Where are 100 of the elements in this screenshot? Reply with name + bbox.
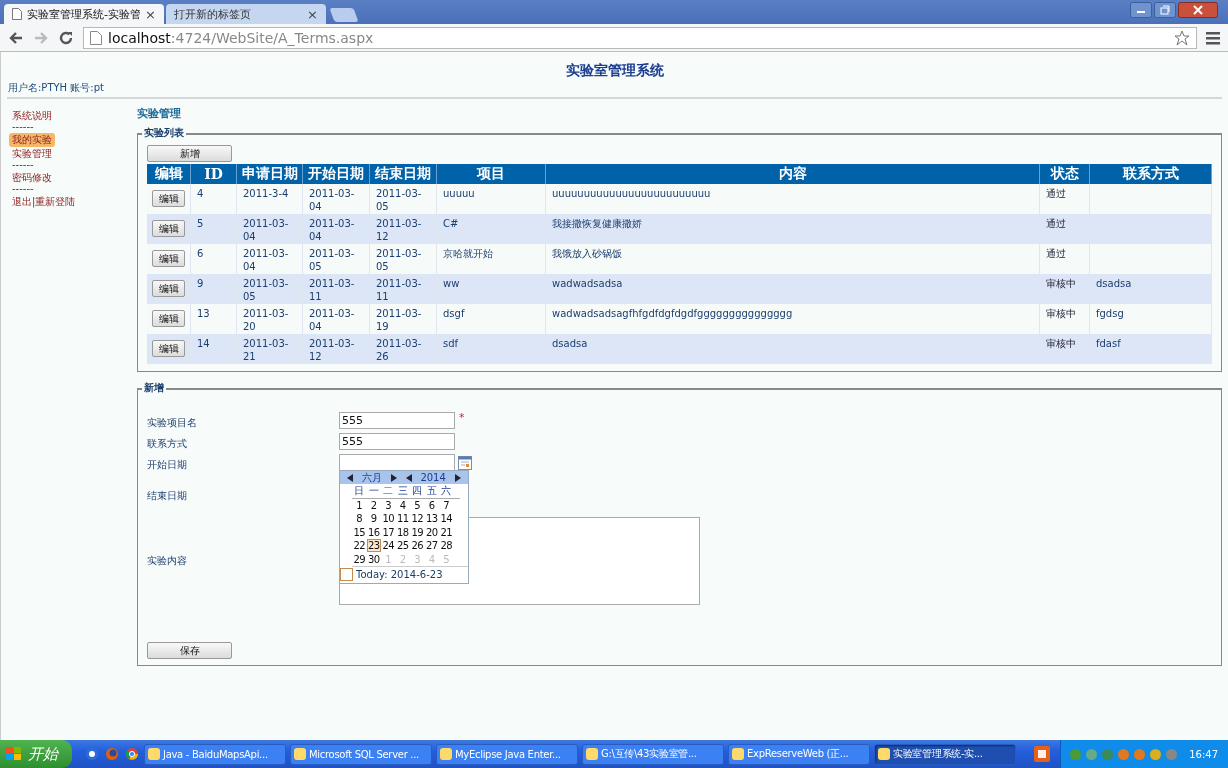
menu-icon[interactable] bbox=[1206, 30, 1220, 45]
table-cell: 审核中 bbox=[1046, 338, 1076, 349]
table-cell: 2011-03-12 bbox=[376, 218, 422, 242]
edit-button[interactable]: 编辑 bbox=[152, 340, 185, 357]
calendar-day[interactable]: 17 bbox=[381, 526, 396, 538]
table-cell: 13 bbox=[197, 308, 210, 319]
weekday-label: 四 bbox=[411, 483, 424, 498]
sidebar-item[interactable]: 我的实验 bbox=[9, 133, 55, 147]
close-icon[interactable] bbox=[1178, 2, 1218, 18]
minimize-icon[interactable] bbox=[1130, 2, 1152, 18]
browser-icon[interactable] bbox=[85, 747, 99, 761]
calendar-day[interactable]: 22 bbox=[352, 540, 367, 552]
sidebar-item[interactable]: 退出|重新登陆 bbox=[9, 195, 79, 209]
browser-icon[interactable] bbox=[125, 747, 139, 761]
calendar-day[interactable]: 8 bbox=[352, 513, 367, 525]
field-label: 实验内容 bbox=[147, 554, 188, 568]
calendar-day[interactable]: 7 bbox=[439, 499, 454, 511]
table-cell: 4 bbox=[197, 188, 204, 199]
close-tab-button[interactable]: × bbox=[145, 6, 156, 22]
table-cell: 2011-03-11 bbox=[376, 278, 422, 302]
section-heading: 实验管理 bbox=[137, 107, 181, 121]
month-label[interactable]: 六月 bbox=[362, 470, 383, 485]
calendar-day[interactable]: 30 bbox=[366, 553, 381, 565]
calendar-day[interactable]: 13 bbox=[424, 513, 439, 525]
table-cell: 2011-03-05 bbox=[376, 188, 422, 212]
calendar-day[interactable]: 25 bbox=[395, 540, 410, 552]
sidebar-item[interactable]: 系统说明 bbox=[9, 109, 55, 123]
calendar-day[interactable]: 11 bbox=[395, 513, 410, 525]
taskbar-button[interactable]: ExpReserveWeb (正... bbox=[728, 743, 870, 765]
calendar-day[interactable]: 5 bbox=[410, 499, 425, 511]
today-link[interactable]: Today: 2014-6-23 bbox=[356, 569, 443, 580]
previous-month-icon[interactable] bbox=[347, 473, 354, 482]
calendar-day[interactable]: 14 bbox=[439, 513, 454, 525]
table-cell: dsgf bbox=[443, 308, 465, 319]
calendar-day[interactable]: 16 bbox=[366, 526, 381, 538]
weekday-label: 三 bbox=[396, 483, 409, 498]
table-cell: fgdsg bbox=[1096, 308, 1124, 319]
table-cell: C# bbox=[443, 218, 459, 229]
sidebar-item[interactable]: 实验管理 bbox=[9, 147, 55, 161]
taskbar-button[interactable]: Microsoft SQL Server ... bbox=[290, 743, 432, 765]
table-cell: 2011-03-11 bbox=[309, 278, 355, 302]
address-field[interactable]: localhost:4724/WebSite/A_Terms.aspx bbox=[83, 26, 1197, 49]
input-method-icon[interactable] bbox=[1034, 746, 1051, 762]
restore-icon[interactable] bbox=[1154, 2, 1176, 18]
taskbar-button[interactable]: 实验室管理系统-实... bbox=[874, 743, 1016, 765]
next-year-icon[interactable] bbox=[454, 473, 461, 482]
year-label[interactable]: 2014 bbox=[420, 472, 446, 483]
close-tab-button[interactable]: × bbox=[307, 6, 318, 22]
calendar-day[interactable]: 23 bbox=[366, 539, 381, 553]
table-cell: 2011-03-04 bbox=[309, 308, 355, 332]
calendar-day[interactable]: 26 bbox=[410, 540, 425, 552]
table-cell: 京哈就开始 bbox=[443, 248, 493, 259]
calendar-day[interactable]: 20 bbox=[424, 526, 439, 538]
back-icon[interactable] bbox=[8, 29, 24, 46]
edit-button[interactable]: 编辑 bbox=[152, 310, 185, 327]
edit-button[interactable]: 编辑 bbox=[152, 280, 185, 297]
reload-icon[interactable] bbox=[58, 29, 74, 46]
calendar-day[interactable]: 4 bbox=[395, 499, 410, 511]
calendar-day[interactable]: 21 bbox=[439, 526, 454, 538]
calendar-day[interactable]: 1 bbox=[352, 499, 367, 511]
taskbar-button[interactable]: G:\互传\43实验室管... bbox=[582, 743, 724, 765]
edit-button[interactable]: 编辑 bbox=[152, 250, 185, 267]
column-header: ID bbox=[190, 164, 237, 184]
browser-tab[interactable]: 打开新的标签页 × bbox=[166, 4, 326, 24]
save-button[interactable]: 保存 bbox=[147, 642, 232, 659]
previous-year-icon[interactable] bbox=[405, 473, 412, 482]
column-header: 状态 bbox=[1039, 164, 1090, 184]
calendar-day[interactable]: 3 bbox=[381, 499, 396, 511]
calendar-day[interactable]: 6 bbox=[424, 499, 439, 511]
calendar-day[interactable]: 27 bbox=[424, 540, 439, 552]
calendar-day[interactable]: 29 bbox=[352, 553, 367, 565]
table-cell: 2011-03-26 bbox=[376, 338, 422, 362]
new-tab-button[interactable] bbox=[329, 8, 359, 22]
table-cell: 6 bbox=[197, 248, 204, 259]
edit-button[interactable]: 编辑 bbox=[152, 190, 185, 207]
star-icon[interactable] bbox=[1174, 29, 1190, 46]
page-title: 实验室管理系统 bbox=[564, 61, 665, 80]
calendar-day[interactable]: 24 bbox=[381, 540, 396, 552]
sidebar-item[interactable]: 密码修改 bbox=[9, 171, 55, 185]
calendar-day[interactable]: 19 bbox=[410, 526, 425, 538]
column-header: 项目 bbox=[436, 164, 546, 184]
add-button[interactable]: 新增 bbox=[147, 145, 232, 162]
field-label: 实验项目名 bbox=[147, 416, 198, 430]
calendar-day[interactable]: 12 bbox=[410, 513, 425, 525]
table-cell: uuuuu bbox=[443, 188, 475, 199]
calendar-day[interactable]: 10 bbox=[381, 513, 396, 525]
browser-tab[interactable]: 实验室管理系统-实验管 × bbox=[4, 4, 164, 24]
calendar-icon[interactable] bbox=[458, 456, 472, 470]
calendar-day[interactable]: 28 bbox=[439, 540, 454, 552]
calendar-day[interactable]: 15 bbox=[352, 526, 367, 538]
next-month-icon[interactable] bbox=[390, 473, 397, 482]
edit-button[interactable]: 编辑 bbox=[152, 220, 185, 237]
calendar-day[interactable]: 18 bbox=[395, 526, 410, 538]
calendar-day[interactable]: 2 bbox=[366, 499, 381, 511]
input-field[interactable]: 555 bbox=[339, 433, 455, 450]
input-field[interactable]: 555 bbox=[339, 412, 455, 429]
table-cell: 2011-03-04 bbox=[309, 218, 355, 242]
taskbar-button[interactable]: MyEclipse Java Enter... bbox=[436, 743, 578, 765]
taskbar-button[interactable]: Java - BaiduMapsApi... bbox=[144, 743, 286, 765]
calendar-day[interactable]: 9 bbox=[366, 513, 381, 525]
